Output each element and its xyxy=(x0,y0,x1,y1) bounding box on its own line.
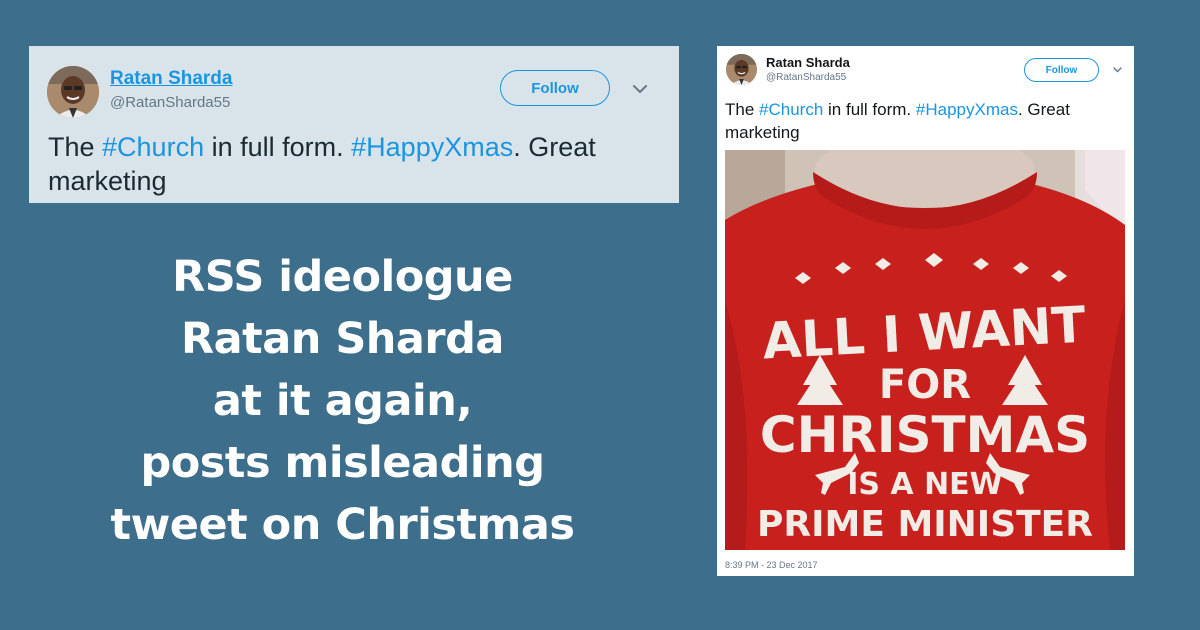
avatar-image xyxy=(47,66,99,118)
user-handle: @RatanSharda55 xyxy=(110,94,231,111)
tweet-text: The #Church in full form. #HappyXmas. Gr… xyxy=(725,98,1130,144)
tweet-timestamp[interactable]: 8:39 PM - 23 Dec 2017 xyxy=(725,560,818,570)
headline-line: RSS ideologue xyxy=(172,252,513,302)
headline-line: posts misleading xyxy=(140,438,545,488)
hashtag-church[interactable]: #Church xyxy=(102,132,204,162)
hashtag-happyxmas[interactable]: #HappyXmas xyxy=(351,132,513,162)
follow-button[interactable]: Follow xyxy=(500,70,610,106)
tweet-card-large: Ratan Sharda @RatanSharda55 Follow The #… xyxy=(29,46,679,203)
user-name-link[interactable]: Ratan Sharda xyxy=(110,68,232,90)
sweater-print-line: CHRISTMAS xyxy=(760,406,1090,464)
headline-line: tweet on Christmas xyxy=(110,500,575,550)
tweet-text: The #Church in full form. #HappyXmas. Gr… xyxy=(48,130,668,198)
tweet-photo[interactable]: ALL I WANT FOR CHRISTMAS IS A NEW PRIME … xyxy=(725,150,1125,550)
sweater-print-line: FOR xyxy=(879,362,971,408)
user-avatar[interactable] xyxy=(726,54,757,85)
avatar-image xyxy=(726,54,757,85)
sweater-print-line: IS A NEW xyxy=(847,467,1003,502)
tweet-text-part: The xyxy=(48,132,103,162)
hashtag-happyxmas[interactable]: #HappyXmas xyxy=(916,100,1018,119)
headline-line: at it again, xyxy=(212,376,473,426)
hashtag-church[interactable]: #Church xyxy=(759,100,823,119)
headline-line: Ratan Sharda xyxy=(181,314,504,364)
tweet-text-part: in full form. xyxy=(204,132,352,162)
headline: RSS ideologue Ratan Sharda at it again, … xyxy=(60,246,625,556)
sweater-print-line: PRIME MINISTER xyxy=(757,504,1093,545)
sweater-image: ALL I WANT FOR CHRISTMAS IS A NEW PRIME … xyxy=(725,150,1125,550)
user-avatar[interactable] xyxy=(47,66,99,118)
chevron-down-icon[interactable] xyxy=(1111,63,1124,76)
follow-button[interactable]: Follow xyxy=(1024,58,1099,82)
tweet-text-part: in full form. xyxy=(823,100,916,119)
tweet-card-embed: Ratan Sharda @RatanSharda55 Follow The #… xyxy=(717,46,1134,576)
chevron-down-icon[interactable] xyxy=(629,78,651,100)
tweet-text-part: The xyxy=(725,100,760,119)
user-handle: @RatanSharda55 xyxy=(766,72,847,83)
user-name-link[interactable]: Ratan Sharda xyxy=(766,55,850,70)
